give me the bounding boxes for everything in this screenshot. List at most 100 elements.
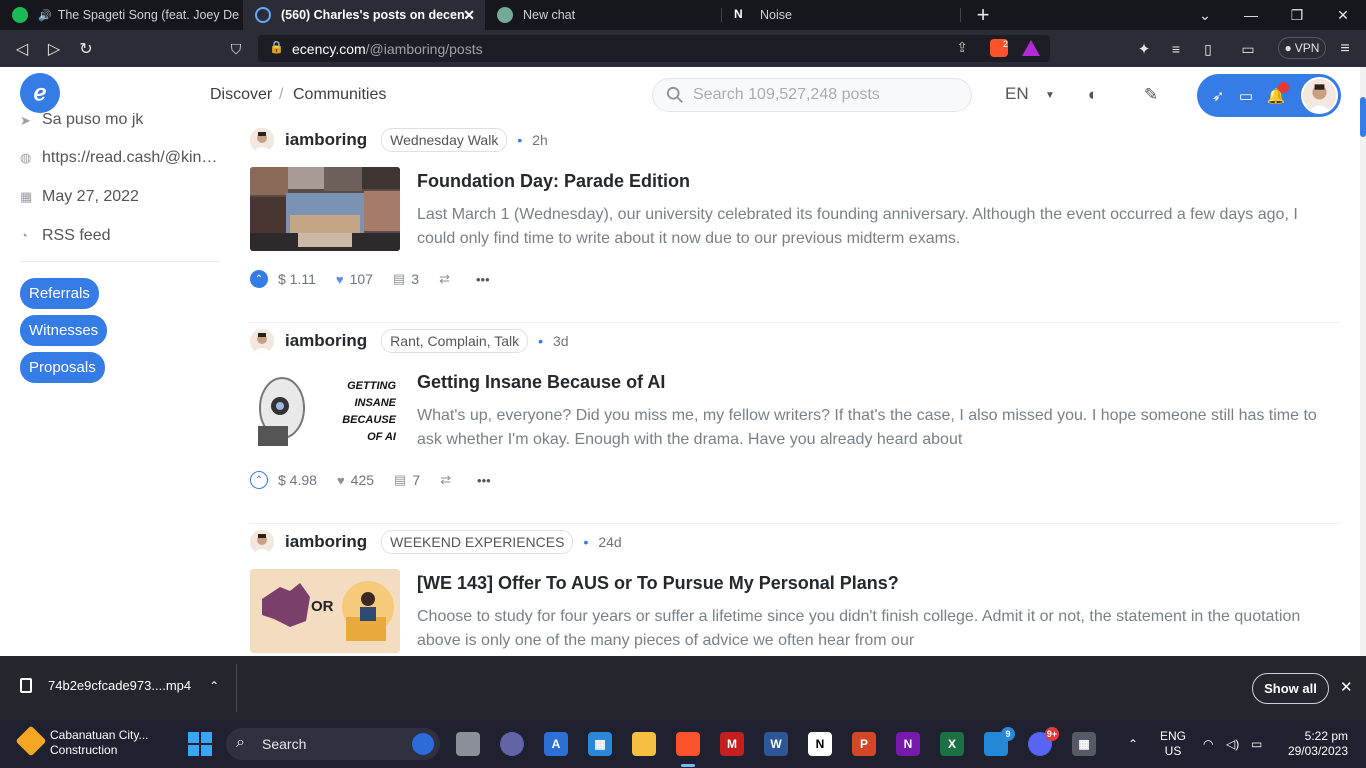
post-title[interactable]: Getting Insane Because of AI <box>417 372 665 393</box>
discord-icon[interactable]: 9+ <box>1028 727 1059 756</box>
clock[interactable]: 5:22 pm 29/03/2023 <box>1284 720 1348 768</box>
post-title[interactable]: Foundation Day: Parade Edition <box>417 171 690 192</box>
upvote-button[interactable]: ⌃ <box>250 270 268 288</box>
ecency-logo[interactable]: ℯ <box>20 73 60 113</box>
reblog-button[interactable]: ⇄ <box>440 472 457 488</box>
post-payout[interactable]: $ 4.98 <box>278 472 317 488</box>
post-thumbnail[interactable]: OR <box>250 569 400 653</box>
post-thumbnail[interactable] <box>250 167 400 251</box>
wallet-icon[interactable]: ▭ <box>1236 86 1256 106</box>
powerpoint-icon[interactable]: P <box>852 732 876 756</box>
playlist-icon[interactable]: ≡ <box>1165 38 1187 60</box>
profile-rss[interactable]: ◔ RSS feed <box>20 216 220 255</box>
post-category[interactable]: Rant, Complain, Talk <box>381 329 529 353</box>
reblog-button[interactable]: ⇄ <box>439 271 456 287</box>
website-text[interactable]: https://read.cash/@kin… <box>42 149 217 167</box>
post-votes[interactable]: ♥ 425 <box>337 472 374 488</box>
post-time[interactable]: 2h <box>532 132 548 148</box>
theme-toggle-icon[interactable]: ◐ <box>1083 85 1103 105</box>
tab-search-chevron-icon[interactable]: ⌄ <box>1182 0 1228 30</box>
reload-button[interactable]: ↻ <box>75 38 97 60</box>
post-summary[interactable]: Choose to study for four years or suffer… <box>417 605 1337 653</box>
volume-icon[interactable]: ◁) <box>1226 720 1239 768</box>
teams-icon[interactable]: 9 <box>984 727 1015 756</box>
address-bar[interactable]: 🔒 ecency.com/@iamboring/posts ⇪ 2 <box>258 35 1050 62</box>
brave-icon[interactable] <box>676 732 700 756</box>
input-language[interactable]: ENG US <box>1160 720 1186 768</box>
close-download-bar-icon[interactable]: ✕ <box>1340 678 1353 696</box>
nav-discover[interactable]: Discover <box>210 86 272 104</box>
brave-shields-icon[interactable]: 2 <box>990 39 1008 57</box>
tab-spotify[interactable]: 🔊 The Spageti Song (feat. Joey De Le <box>0 0 243 30</box>
close-tab-icon[interactable]: ✕ <box>463 7 475 24</box>
rocket-icon[interactable]: ➶ <box>1208 86 1228 106</box>
upvote-button[interactable]: ⌃ <box>250 471 268 489</box>
post-comments[interactable]: ▤ 7 <box>394 472 420 488</box>
post-category[interactable]: Wednesday Walk <box>381 128 508 152</box>
post-category[interactable]: WEEKEND EXPERIENCES <box>381 530 574 554</box>
nav-communities[interactable]: Communities <box>293 86 386 104</box>
close-window-button[interactable]: ✕ <box>1320 0 1366 30</box>
battery-icon[interactable]: ▭ <box>1251 720 1262 768</box>
post-comments[interactable]: ▤ 3 <box>393 271 419 287</box>
taskbar-search[interactable]: ⌕ Search <box>226 728 440 760</box>
more-options-button[interactable]: ••• <box>476 272 496 287</box>
post-time[interactable]: 3d <box>553 333 569 349</box>
rss-text[interactable]: RSS feed <box>42 227 110 245</box>
bookmark-icon[interactable]: ⛉ <box>225 38 247 60</box>
search-input[interactable]: Search 109,527,248 posts <box>652 78 972 112</box>
extensions-icon[interactable]: ✦ <box>1133 38 1155 60</box>
pencil-icon[interactable]: ✎ <box>1141 85 1161 105</box>
browser-menu-icon[interactable]: ≡ <box>1334 38 1356 60</box>
calculator-icon[interactable]: ▦ <box>1072 732 1096 756</box>
start-button[interactable] <box>188 732 212 756</box>
tab-chatgpt[interactable]: New chat <box>485 0 721 30</box>
file-explorer-icon[interactable] <box>632 732 656 756</box>
store-icon[interactable]: ▦ <box>588 732 612 756</box>
tab-noise[interactable]: N Noise <box>722 0 958 30</box>
post-summary[interactable]: Last March 1 (Wednesday), our university… <box>417 203 1337 251</box>
task-view-icon[interactable] <box>456 732 480 756</box>
minimize-button[interactable]: — <box>1228 0 1274 30</box>
meet-icon[interactable] <box>500 732 524 756</box>
post-author[interactable]: iamboring <box>285 130 367 150</box>
vpn-button[interactable]: ● VPN <box>1278 37 1326 59</box>
brave-rewards-icon[interactable] <box>1022 40 1040 56</box>
author-avatar[interactable] <box>250 530 274 554</box>
notion-icon[interactable]: N <box>808 732 832 756</box>
back-button[interactable]: ◁ <box>11 38 33 60</box>
referrals-button[interactable]: Referrals <box>20 278 99 309</box>
speaker-icon[interactable]: 🔊 <box>38 9 52 22</box>
profile-website[interactable]: ◍ https://read.cash/@kin… <box>20 138 220 177</box>
author-avatar[interactable] <box>250 329 274 353</box>
share-icon[interactable]: ⇪ <box>956 39 968 56</box>
new-tab-button[interactable]: + <box>960 0 1006 30</box>
tab-ecency[interactable]: (560) Charles's posts on decentral ✕ <box>243 0 485 30</box>
mcafee-icon[interactable]: M <box>720 732 744 756</box>
wifi-icon[interactable]: ◠ <box>1203 720 1213 768</box>
download-item[interactable]: 74b2e9cfcade973....mp4 ⌃ <box>20 678 219 693</box>
post-thumbnail[interactable]: GETTING INSANE BECAUSE OF AI <box>250 368 400 452</box>
wallet-icon[interactable]: ▭ <box>1237 38 1259 60</box>
weather-widget[interactable]: Cabanatuan City... Construction <box>15 725 149 758</box>
excel-icon[interactable]: X <box>940 732 964 756</box>
more-options-button[interactable]: ••• <box>477 473 497 488</box>
drawing-app-icon[interactable]: A <box>544 732 568 756</box>
proposals-button[interactable]: Proposals <box>20 352 105 383</box>
forward-button[interactable]: ▷ <box>43 38 65 60</box>
page-scrollbar[interactable] <box>1360 67 1366 656</box>
author-avatar[interactable] <box>250 128 274 152</box>
witnesses-button[interactable]: Witnesses <box>20 315 108 346</box>
show-all-button[interactable]: Show all <box>1252 673 1329 704</box>
avatar[interactable] <box>1301 77 1338 114</box>
post-author[interactable]: iamboring <box>285 331 367 351</box>
language-selector[interactable]: EN <box>1005 84 1029 104</box>
post-title[interactable]: [WE 143] Offer To AUS or To Pursue My Pe… <box>417 573 899 594</box>
sidebar-icon[interactable]: ▯ <box>1197 38 1219 60</box>
post-payout[interactable]: $ 1.11 <box>278 271 316 287</box>
scrollbar-thumb[interactable] <box>1360 97 1366 137</box>
chevron-down-icon[interactable]: ▼ <box>1040 85 1060 105</box>
onenote-icon[interactable]: N <box>896 732 920 756</box>
post-time[interactable]: 24d <box>598 534 621 550</box>
post-author[interactable]: iamboring <box>285 532 367 552</box>
